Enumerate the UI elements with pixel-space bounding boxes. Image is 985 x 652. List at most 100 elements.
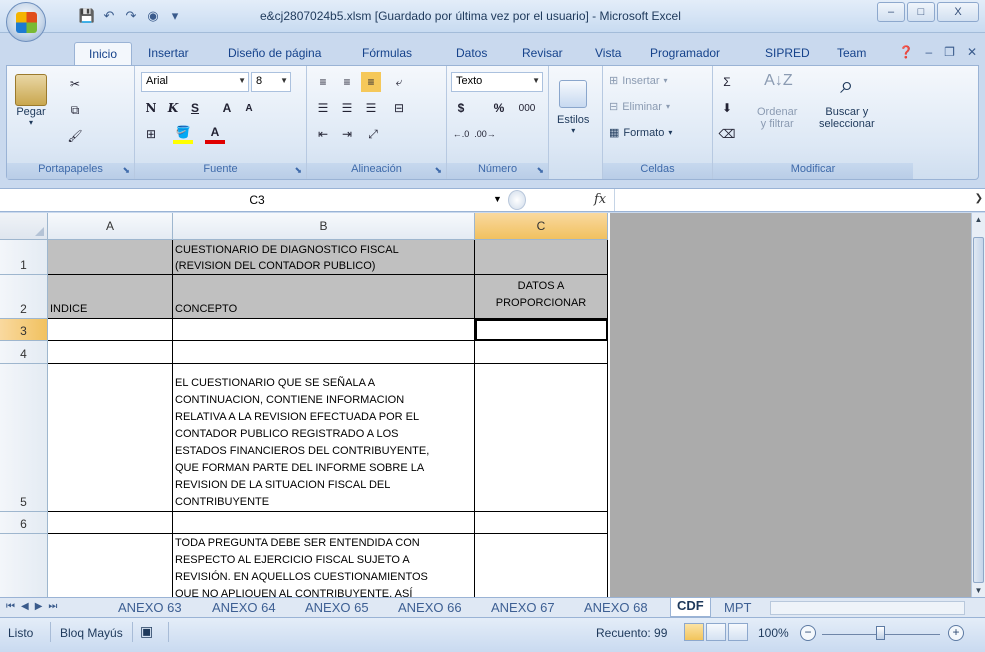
minimize-button[interactable]: – — [877, 2, 905, 22]
ribbon-minimize-icon[interactable]: – — [925, 45, 932, 59]
autosum-icon[interactable]: Σ — [717, 72, 737, 92]
align-middle-icon[interactable]: ≡ — [337, 72, 357, 92]
cell-a5[interactable] — [48, 364, 173, 512]
increase-indent-icon[interactable]: ⇥ — [337, 124, 357, 144]
copy-icon[interactable]: ⧉ — [65, 100, 85, 120]
row-header[interactable]: 2 — [0, 275, 48, 319]
cell-c3[interactable] — [475, 319, 608, 341]
sheet-tab[interactable]: ANEXO 68 — [584, 600, 648, 615]
scroll-down-icon[interactable]: ▼ — [973, 586, 984, 595]
ribbon-close-icon[interactable]: ✕ — [967, 45, 977, 59]
cell-b2[interactable]: CONCEPTO — [173, 275, 475, 319]
page-break-view-icon[interactable] — [728, 623, 748, 641]
row-header[interactable]: 5 — [0, 364, 48, 512]
sort-filter-button[interactable]: A↓Z Ordenar y filtrar — [757, 72, 797, 130]
percent-button[interactable]: % — [489, 98, 509, 118]
last-sheet-icon[interactable]: ⏭ — [48, 601, 57, 612]
clear-icon[interactable]: ⌫ — [717, 124, 737, 144]
first-sheet-icon[interactable]: ⏮ — [6, 601, 15, 612]
row-header[interactable]: 6 — [0, 512, 48, 534]
scroll-up-icon[interactable]: ▲ — [973, 215, 984, 224]
tab-vista[interactable]: Vista — [595, 46, 621, 60]
zoom-in-icon[interactable]: + — [948, 625, 964, 641]
help-icon[interactable]: ❓ — [899, 45, 914, 59]
grow-font-button[interactable]: A — [217, 98, 237, 118]
cell-c7[interactable] — [475, 534, 608, 597]
prev-sheet-icon[interactable]: ◀ — [21, 601, 29, 612]
column-header-c[interactable]: C — [475, 213, 608, 240]
underline-button[interactable]: S — [185, 98, 205, 118]
cell-a1[interactable] — [48, 240, 173, 275]
zoom-level[interactable]: 100% — [758, 626, 789, 640]
number-format-select[interactable]: Texto ▼ — [451, 72, 543, 92]
tab-formulas[interactable]: Fórmulas — [362, 46, 412, 60]
align-right-icon[interactable]: ☰ — [361, 98, 381, 118]
cell-b6[interactable] — [173, 512, 475, 534]
tab-inicio[interactable]: Inicio — [74, 42, 133, 66]
increase-decimal-icon[interactable]: ←.0 — [451, 124, 471, 144]
normal-view-icon[interactable] — [684, 623, 704, 641]
formula-input[interactable] — [614, 189, 969, 211]
fill-icon[interactable]: ⬇ — [717, 98, 737, 118]
cell-a2[interactable]: INDICE — [48, 275, 173, 319]
column-header-a[interactable]: A — [48, 213, 173, 240]
maximize-button[interactable]: □ — [907, 2, 935, 22]
paste-button[interactable]: Pegar ▾ — [15, 74, 47, 127]
page-layout-view-icon[interactable] — [706, 623, 726, 641]
cell-a3[interactable] — [48, 319, 173, 341]
font-color-button[interactable]: A — [205, 124, 225, 144]
merge-center-icon[interactable]: ⊟ — [389, 98, 409, 118]
zoom-slider-thumb[interactable] — [876, 626, 885, 640]
undo-icon[interactable]: ↶ — [100, 7, 118, 25]
decrease-indent-icon[interactable]: ⇤ — [313, 124, 333, 144]
row-header[interactable]: 1 — [0, 240, 48, 275]
macro-icon[interactable]: ◉ — [144, 7, 162, 25]
office-button[interactable] — [6, 2, 46, 42]
shrink-font-button[interactable]: A — [239, 98, 259, 118]
name-box[interactable]: C3 — [14, 190, 500, 211]
save-icon[interactable]: 💾 — [78, 7, 96, 25]
tab-insertar[interactable]: Insertar — [148, 46, 189, 60]
sheet-tab[interactable]: ANEXO 63 — [118, 600, 182, 615]
tab-team[interactable]: Team — [837, 46, 866, 60]
expand-formula-bar-icon[interactable]: ❯ — [975, 193, 983, 204]
sheet-tab-active[interactable]: CDF — [670, 598, 711, 617]
align-bottom-icon[interactable]: ≡ — [361, 72, 381, 92]
cell-b5[interactable]: EL CUESTIONARIO QUE SE SEÑALA A CONTINUA… — [173, 364, 475, 512]
dialog-launcher-icon[interactable]: ⬊ — [434, 165, 442, 176]
vertical-scrollbar[interactable]: ▲ ▼ — [971, 213, 985, 597]
insert-function-icon[interactable]: fx — [594, 192, 606, 207]
customize-qat-icon[interactable]: ▾ — [166, 7, 184, 25]
styles-button[interactable]: Estilos ▾ — [557, 80, 589, 135]
align-top-icon[interactable]: ≡ — [313, 72, 333, 92]
column-header-b[interactable]: B — [173, 213, 475, 240]
delete-cells-button[interactable]: ⊟ Eliminar ▾ — [609, 100, 670, 114]
row-header[interactable]: 4 — [0, 341, 48, 364]
fill-color-icon[interactable]: 🪣 — [173, 124, 193, 144]
font-name-select[interactable]: Arial ▼ — [141, 72, 249, 92]
tab-sipred[interactable]: SIPRED — [765, 46, 810, 60]
cell-c1[interactable] — [475, 240, 608, 275]
horizontal-scrollbar[interactable] — [770, 601, 965, 615]
cell-b1[interactable]: CUESTIONARIO DE DIAGNOSTICO FISCAL (REVI… — [173, 240, 475, 275]
tab-programador[interactable]: Programador — [650, 46, 720, 60]
cell-b7[interactable]: TODA PREGUNTA DEBE SER ENTENDIDA CON RES… — [173, 534, 475, 597]
italic-button[interactable]: K — [163, 98, 183, 118]
cut-icon[interactable]: ✂ — [65, 74, 85, 94]
cell-a6[interactable] — [48, 512, 173, 534]
format-painter-icon[interactable]: 🖌 — [65, 126, 85, 146]
sheet-tab[interactable]: MPT — [724, 600, 751, 615]
cell-a7[interactable] — [48, 534, 173, 597]
cell-c2[interactable]: DATOS A PROPORCIONAR — [475, 275, 608, 319]
zoom-out-icon[interactable]: − — [800, 625, 816, 641]
cell-c5[interactable] — [475, 364, 608, 512]
dialog-launcher-icon[interactable]: ⬊ — [294, 165, 302, 176]
format-cells-button[interactable]: ▦ Formato ▾ — [609, 126, 672, 140]
tab-datos[interactable]: Datos — [456, 46, 487, 60]
decrease-decimal-icon[interactable]: .00→ — [474, 124, 496, 144]
borders-icon[interactable]: ⊞ — [141, 124, 161, 144]
cell-b4[interactable] — [173, 341, 475, 364]
select-all-button[interactable] — [0, 213, 48, 240]
align-left-icon[interactable]: ☰ — [313, 98, 333, 118]
dialog-launcher-icon[interactable]: ⬊ — [536, 165, 544, 176]
